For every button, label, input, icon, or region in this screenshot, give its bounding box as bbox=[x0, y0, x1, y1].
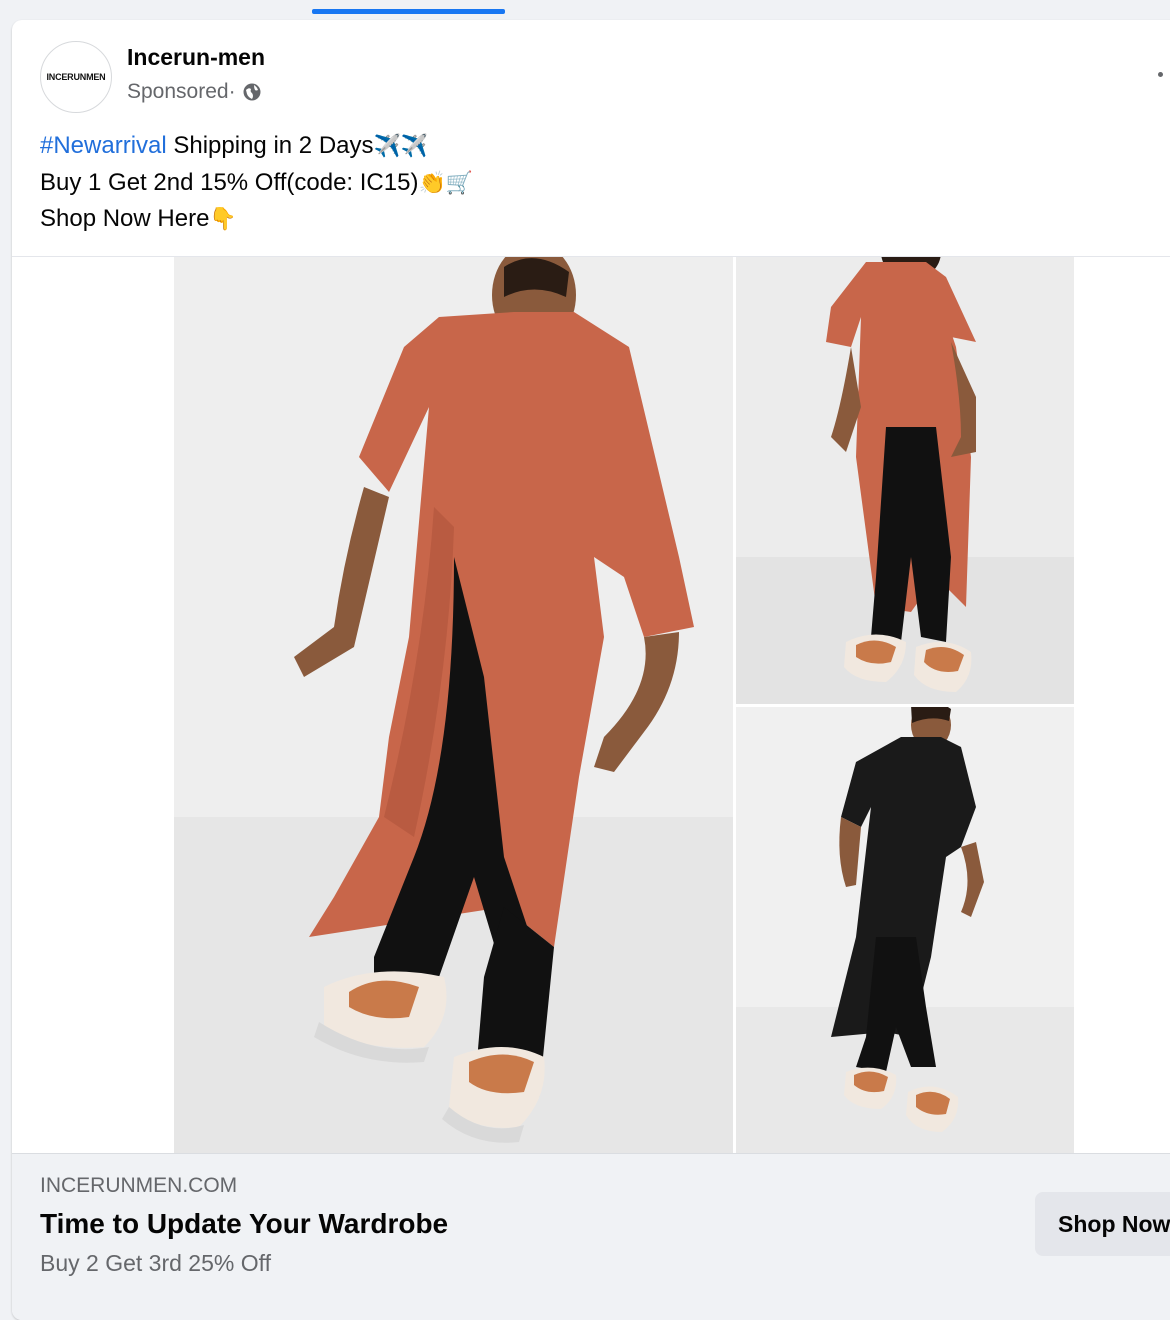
sponsored-post-card: INCERUNMEN Incerun-men Sponsored · #Newa… bbox=[12, 20, 1170, 1320]
link-headline[interactable]: Time to Update Your Wardrobe bbox=[40, 1208, 448, 1240]
hashtag-link[interactable]: #Newarrival bbox=[40, 132, 167, 159]
post-line-3: Shop Now Here👇 bbox=[40, 201, 473, 238]
point-down-emoji-icon: 👇 bbox=[209, 207, 237, 232]
more-options-icon[interactable] bbox=[1158, 72, 1163, 77]
clap-cart-emoji-icon: 👏🛒 bbox=[418, 170, 474, 196]
product-photo-back[interactable] bbox=[736, 257, 1074, 704]
page-name-link[interactable]: Incerun-men bbox=[127, 44, 265, 71]
shop-now-button[interactable]: Shop Now bbox=[1035, 1192, 1170, 1256]
globe-icon[interactable] bbox=[242, 82, 262, 102]
feed-top-bar bbox=[0, 0, 1170, 14]
post-meta: Sponsored · bbox=[127, 80, 262, 104]
post-media-grid bbox=[12, 256, 1170, 1154]
airplane-emoji-icon: ✈️✈️ bbox=[373, 134, 429, 159]
link-description: Buy 2 Get 3rd 25% Off bbox=[40, 1250, 271, 1276]
post-line-1-text: Shipping in 2 Days bbox=[166, 132, 374, 159]
active-tab-indicator bbox=[312, 9, 505, 14]
link-domain: INCERUNMEN.COM bbox=[40, 1174, 238, 1197]
page-avatar[interactable]: INCERUNMEN bbox=[40, 41, 112, 113]
product-photo-main[interactable] bbox=[174, 257, 733, 1154]
post-line-3-text: Shop Now Here bbox=[40, 205, 210, 232]
product-photo-black[interactable] bbox=[736, 707, 1074, 1154]
meta-separator: · bbox=[228, 80, 236, 103]
link-preview-bar[interactable]: INCERUNMEN.COM Time to Update Your Wardr… bbox=[12, 1153, 1170, 1320]
post-message: #Newarrival Shipping in 2 Days✈️✈️ Buy 1… bbox=[40, 128, 473, 238]
avatar-logo-text: INCERUNMEN bbox=[46, 72, 106, 82]
post-line-1: #Newarrival Shipping in 2 Days✈️✈️ bbox=[40, 128, 473, 165]
sponsored-label[interactable]: Sponsored bbox=[127, 80, 229, 104]
post-header: INCERUNMEN Incerun-men Sponsored · bbox=[12, 20, 1170, 120]
post-line-2: Buy 1 Get 2nd 15% Off(code: IC15)👏🛒 bbox=[40, 165, 473, 202]
post-line-2-text: Buy 1 Get 2nd 15% Off(code: IC15) bbox=[40, 168, 419, 196]
